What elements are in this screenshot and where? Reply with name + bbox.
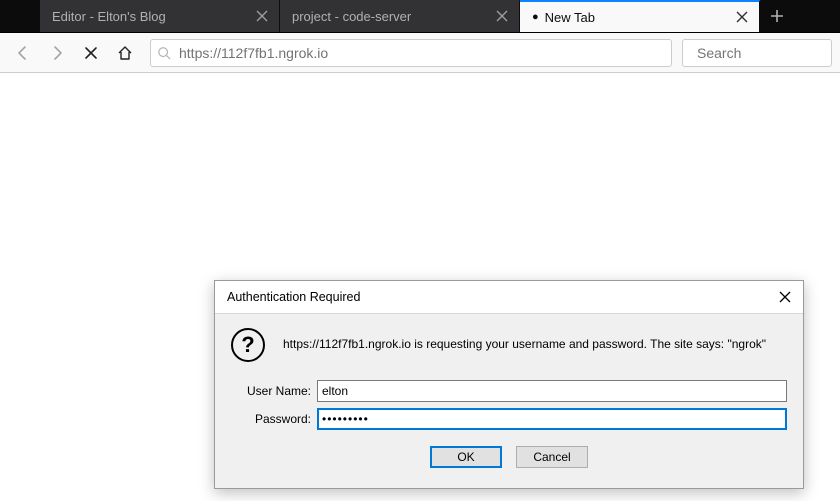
cancel-button[interactable]: Cancel <box>516 446 588 468</box>
dialog-close-button[interactable] <box>775 287 795 307</box>
forward-button[interactable] <box>42 38 72 68</box>
ok-button[interactable]: OK <box>430 446 502 468</box>
username-input[interactable] <box>317 380 787 402</box>
auth-dialog: Authentication Required ? https://112f7f… <box>214 280 804 489</box>
tab-strip: Editor - Elton's Blog project - code-ser… <box>0 0 840 33</box>
tab-new-tab[interactable]: ● New Tab <box>520 0 760 32</box>
dialog-message: https://112f7fb1.ngrok.io is requesting … <box>283 337 766 353</box>
tab-label: New Tab <box>545 10 733 25</box>
close-icon[interactable] <box>733 8 751 26</box>
username-label: User Name: <box>231 384 317 398</box>
nav-toolbar <box>0 33 840 73</box>
tab-label: Editor - Elton's Blog <box>52 9 253 24</box>
back-button[interactable] <box>8 38 38 68</box>
password-label: Password: <box>231 412 317 426</box>
search-input[interactable] <box>695 44 840 62</box>
stop-button[interactable] <box>76 38 106 68</box>
tab-code-server[interactable]: project - code-server <box>280 0 520 32</box>
tab-editor[interactable]: Editor - Elton's Blog <box>40 0 280 32</box>
dialog-body: ? https://112f7fb1.ngrok.io is requestin… <box>215 314 803 488</box>
url-bar[interactable] <box>150 39 672 67</box>
close-icon[interactable] <box>253 7 271 25</box>
tab-strip-spacer <box>0 0 40 32</box>
new-tab-button[interactable] <box>760 0 794 32</box>
home-button[interactable] <box>110 38 140 68</box>
close-icon[interactable] <box>493 7 511 25</box>
search-bar[interactable] <box>682 39 832 67</box>
unread-indicator-icon: ● <box>532 11 539 23</box>
url-input[interactable] <box>177 44 665 62</box>
dialog-titlebar: Authentication Required <box>215 281 803 314</box>
search-icon <box>157 46 171 60</box>
password-input[interactable] <box>317 408 787 430</box>
tab-label: project - code-server <box>292 9 493 24</box>
question-icon: ? <box>231 328 265 362</box>
dialog-title-text: Authentication Required <box>227 290 360 304</box>
